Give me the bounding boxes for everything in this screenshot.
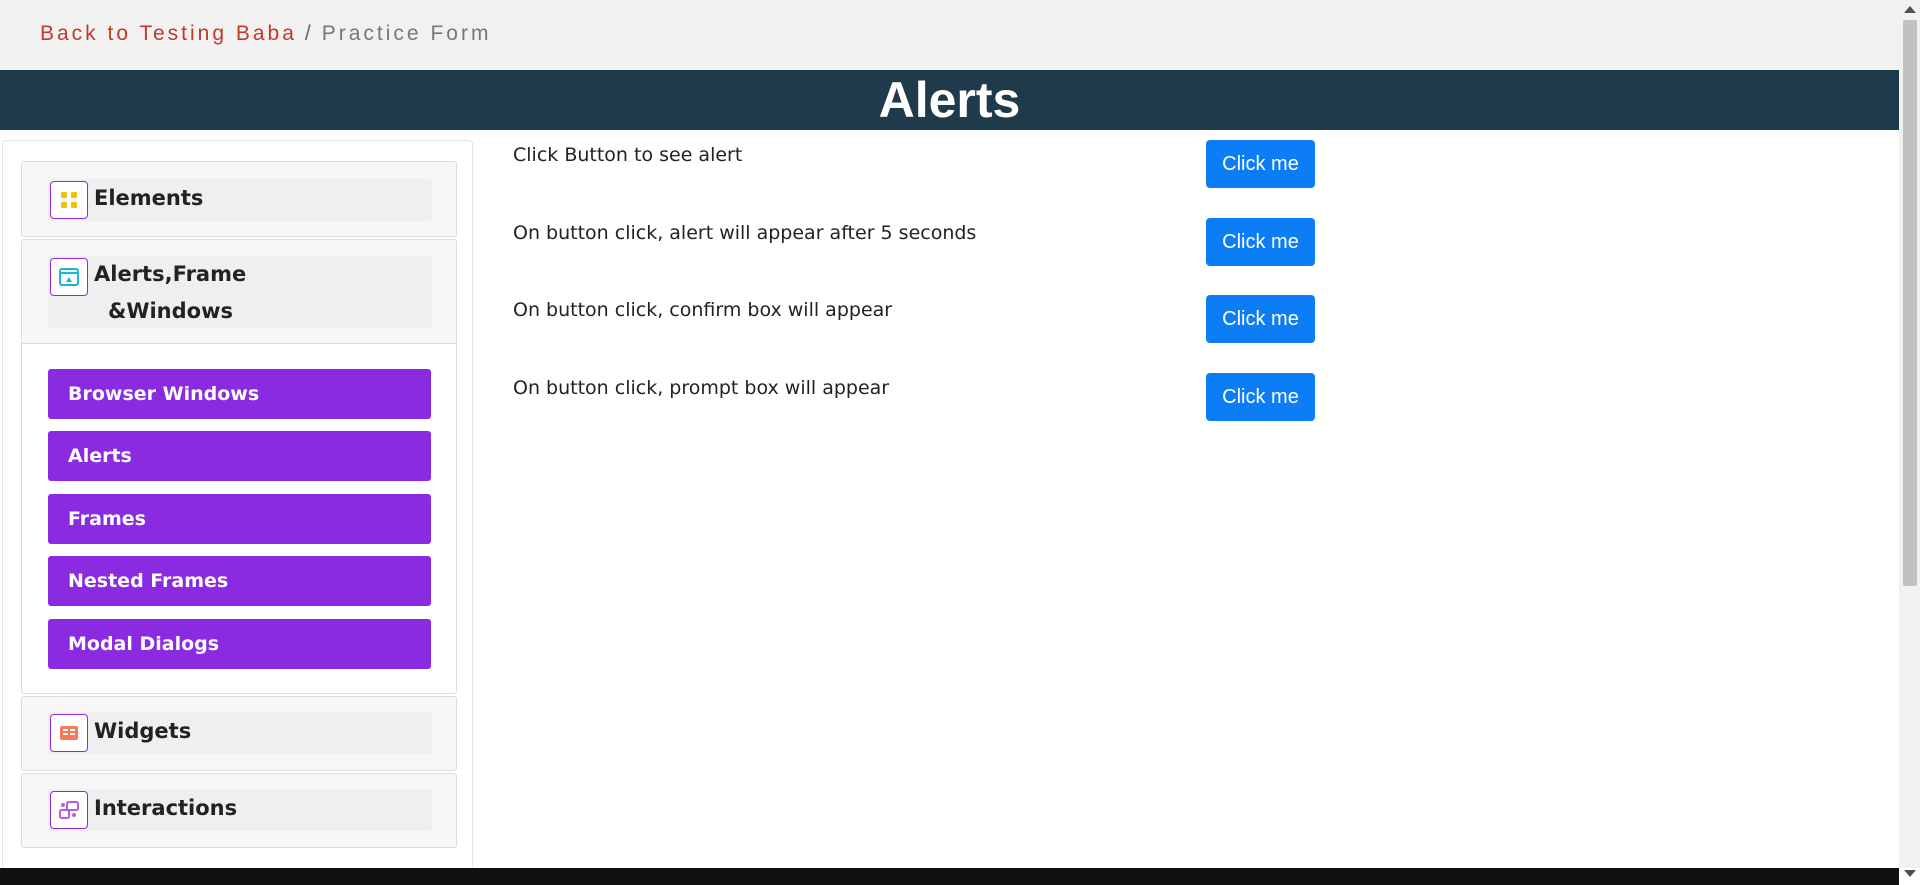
elements-grid-icon	[50, 181, 88, 219]
alert-row-label: Click Button to see alert	[513, 144, 743, 166]
scrollbar-thumb[interactable]	[1903, 20, 1917, 586]
sidebar-group-alerts-frame-windows[interactable]: Alerts,Frame &Windows Browser Windows Al…	[21, 239, 457, 694]
sidebar-group-interactions[interactable]: Interactions	[21, 773, 457, 848]
timer-alert-row-label: On button click, alert will appear after…	[513, 222, 977, 244]
window-icon	[50, 258, 88, 296]
sidebar-group-header[interactable]: Widgets	[48, 712, 432, 754]
footer-bar	[0, 868, 1899, 885]
widgets-icon	[50, 714, 88, 752]
prompt-row-label: On button click, prompt box will appear	[513, 377, 890, 399]
sidebar-group-header[interactable]: Elements	[48, 179, 432, 221]
sidebar-group-widgets[interactable]: Widgets	[21, 696, 457, 771]
sidebar: Elements Alerts,Frame &Windows Browser W…	[2, 140, 473, 870]
menu-item-alerts[interactable]: Alerts	[48, 431, 431, 481]
sidebar-group-header[interactable]: Interactions	[48, 789, 432, 831]
scroll-up-arrow-icon[interactable]	[1904, 6, 1916, 13]
sidebar-group-title-line1: Alerts,Frame	[94, 262, 247, 286]
interactions-icon	[50, 791, 88, 829]
page-title: Alerts	[878, 72, 1021, 128]
top-bar: Back to Testing Baba / Practice Form	[0, 0, 1899, 70]
timer-alert-button[interactable]: Click me	[1206, 218, 1315, 266]
confirm-button[interactable]: Click me	[1206, 295, 1315, 343]
sidebar-group-header[interactable]: Alerts,Frame &Windows	[48, 256, 432, 328]
scroll-down-arrow-icon[interactable]	[1904, 870, 1916, 877]
sidebar-group-elements[interactable]: Elements	[21, 161, 457, 237]
alert-button[interactable]: Click me	[1206, 140, 1315, 188]
sidebar-group-title: Elements	[94, 186, 204, 210]
prompt-button[interactable]: Click me	[1206, 373, 1315, 421]
menu-item-nested-frames[interactable]: Nested Frames	[48, 556, 431, 606]
menu-item-modal-dialogs[interactable]: Modal Dialogs	[48, 619, 431, 669]
menu-item-browser-windows[interactable]: Browser Windows	[48, 369, 431, 419]
sidebar-group-title: Interactions	[94, 796, 238, 820]
sidebar-group-title-line2: &Windows	[108, 299, 233, 323]
breadcrumb-separator: /	[304, 22, 314, 45]
breadcrumb: Back to Testing Baba / Practice Form	[40, 22, 491, 46]
back-to-testing-baba-link[interactable]: Back to Testing Baba	[40, 22, 297, 45]
breadcrumb-current: Practice Form	[321, 22, 492, 45]
page-title-banner: Alerts	[0, 70, 1899, 130]
confirm-row-label: On button click, confirm box will appear	[513, 299, 893, 321]
sidebar-group-title: Widgets	[94, 719, 192, 743]
menu-item-frames[interactable]: Frames	[48, 494, 431, 544]
